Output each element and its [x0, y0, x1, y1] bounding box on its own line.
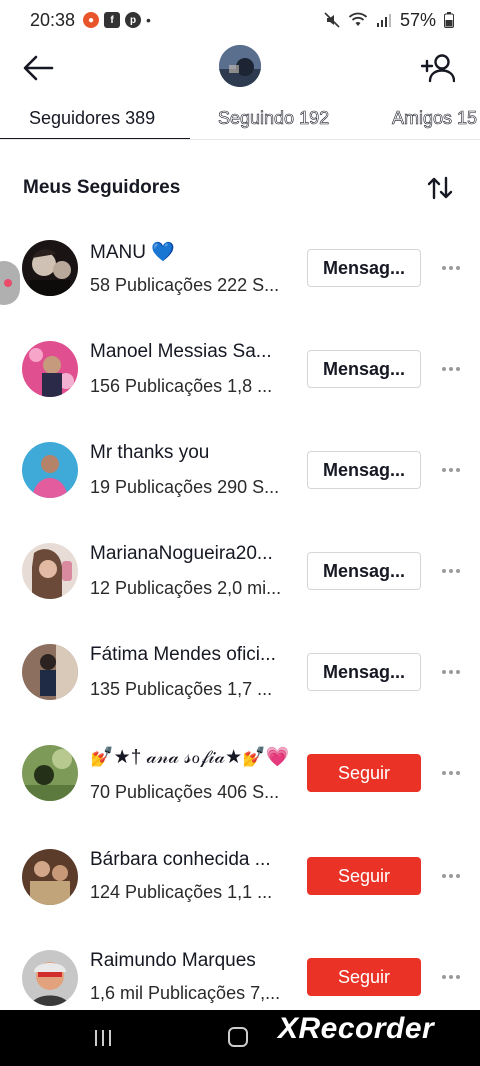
back-button[interactable] — [20, 50, 56, 86]
sort-icon — [427, 176, 453, 200]
list-item[interactable]: Raimundo Marques 1,6 mil Publicações 7,.… — [0, 922, 480, 1022]
list-item[interactable]: MarianaNogueira20... 12 Publicações 2,0 … — [0, 518, 480, 618]
list-item[interactable]: Mr thanks you 19 Publicações 290 S... Me… — [0, 417, 480, 517]
top-nav — [0, 40, 480, 96]
wifi-icon — [348, 12, 368, 26]
follower-stats: 58 Publicações 222 S... — [90, 275, 280, 295]
avatar[interactable] — [22, 341, 78, 397]
avatar[interactable] — [22, 240, 78, 296]
tab-friends-label: Amigos 15 — [392, 107, 478, 128]
message-button[interactable]: Mensag... — [307, 552, 421, 590]
more-options-button[interactable] — [436, 460, 466, 480]
tab-bar: Seguidores 389 Seguindo 192 Amigos 15 — [0, 96, 480, 140]
home-button[interactable] — [228, 1027, 248, 1047]
tab-followers-label: Seguidores 389 — [29, 107, 156, 128]
tab-following[interactable]: Seguindo 192 — [218, 96, 330, 139]
notification-icons: ● f p • — [83, 12, 151, 28]
dot-icon: • — [146, 12, 151, 28]
profile-avatar[interactable] — [219, 45, 261, 87]
avatar[interactable] — [22, 950, 78, 1006]
battery-icon — [444, 12, 454, 28]
section-title: Meus Seguidores — [23, 177, 181, 198]
message-button[interactable]: Mensag... — [307, 249, 421, 287]
avatar[interactable] — [22, 849, 78, 905]
screen-recorder-icon: ● — [83, 12, 100, 28]
recent-apps-button[interactable] — [95, 1030, 115, 1046]
signal-icon — [376, 14, 391, 27]
facebook-icon: f — [104, 12, 121, 28]
message-button[interactable]: Mensag... — [307, 350, 421, 388]
more-options-button[interactable] — [436, 561, 466, 581]
section-header: Meus Seguidores — [23, 168, 456, 208]
list-item[interactable]: Fátima Mendes ofici... 135 Publicações 1… — [0, 619, 480, 719]
follower-name: Manoel Messias Sa... — [90, 341, 272, 362]
sort-button[interactable] — [424, 172, 456, 204]
follower-name: MANU 💙 — [90, 242, 175, 263]
message-button[interactable]: Mensag... — [307, 653, 421, 691]
tab-friends[interactable]: Amigos 15 — [392, 96, 478, 139]
follower-stats: 1,6 mil Publicações 7,... — [90, 983, 281, 1003]
list-item[interactable]: Manoel Messias Sa... 156 Publicações 1,8… — [0, 316, 480, 416]
avatar[interactable] — [22, 644, 78, 700]
follower-name: Fátima Mendes ofici... — [90, 644, 276, 665]
more-options-button[interactable] — [436, 763, 466, 783]
follower-stats: 124 Publicações 1,1 ... — [90, 882, 273, 902]
arrow-left-icon — [23, 55, 54, 81]
follower-stats: 135 Publicações 1,7 ... — [90, 679, 273, 699]
battery-percent: 57% — [399, 9, 436, 30]
follower-stats: 70 Publicações 406 S... — [90, 782, 280, 802]
tab-followers[interactable]: Seguidores 389 — [29, 96, 156, 139]
more-options-button[interactable] — [436, 258, 466, 278]
active-tab-indicator — [0, 138, 190, 139]
follower-stats: 19 Publicações 290 S... — [90, 477, 280, 497]
add-user-icon — [421, 54, 455, 83]
status-bar: 20:38 ● f p • 57% — [0, 0, 480, 40]
more-options-button[interactable] — [436, 359, 466, 379]
pinterest-icon: p — [125, 12, 142, 28]
message-button[interactable]: Mensag... — [307, 451, 421, 489]
follow-button[interactable]: Seguir — [307, 754, 421, 792]
follower-name: Bárbara conhecida ... — [90, 849, 271, 870]
follower-name: Raimundo Marques — [90, 950, 256, 971]
recorder-watermark: XRecorder — [278, 1012, 435, 1045]
avatar-image — [219, 45, 261, 87]
more-options-button[interactable] — [436, 866, 466, 886]
follower-name: MarianaNogueira20... — [90, 543, 273, 564]
follower-stats: 12 Publicações 2,0 mi... — [90, 578, 282, 598]
follower-name: 💅★† 𝒶𝓃𝒶 𝓈ℴ𝒻𝒾𝒶★💅💗 — [90, 747, 290, 768]
follow-button[interactable]: Seguir — [307, 958, 421, 996]
list-item[interactable]: 💅★† 𝒶𝓃𝒶 𝓈ℴ𝒻𝒾𝒶★💅💗 70 Publicações 406 S...… — [0, 720, 480, 820]
follow-button[interactable]: Seguir — [307, 857, 421, 895]
more-options-button[interactable] — [436, 662, 466, 682]
status-time: 20:38 — [30, 9, 76, 30]
tab-following-label: Seguindo 192 — [218, 107, 330, 128]
mute-icon — [324, 12, 340, 28]
list-item[interactable]: Bárbara conhecida ... 124 Publicações 1,… — [0, 821, 480, 921]
more-options-button[interactable] — [436, 967, 466, 987]
system-nav-bar: XRecorder — [0, 1010, 480, 1066]
add-friend-button[interactable] — [420, 50, 456, 86]
avatar[interactable] — [22, 543, 78, 599]
avatar[interactable] — [22, 745, 78, 801]
follower-stats: 156 Publicações 1,8 ... — [90, 376, 273, 396]
follower-name: Mr thanks you — [90, 442, 210, 463]
avatar[interactable] — [22, 442, 78, 498]
list-item[interactable]: MANU 💙 58 Publicações 222 S... Mensag... — [0, 215, 480, 315]
